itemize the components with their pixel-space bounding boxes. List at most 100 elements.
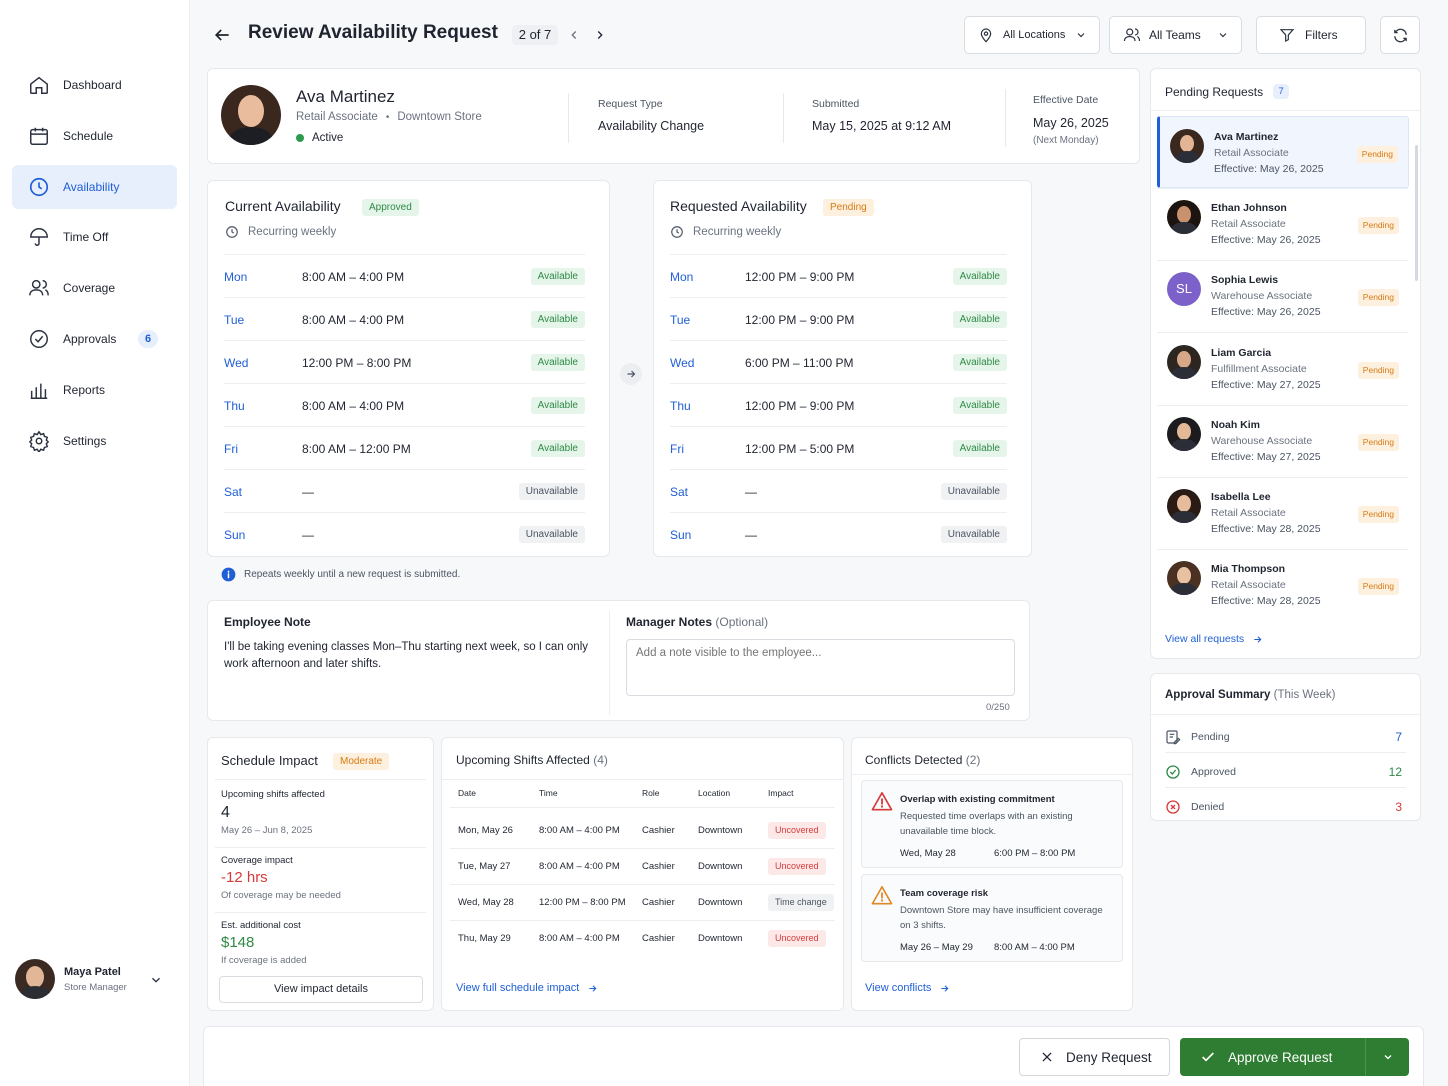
availability-status-badge: Available xyxy=(952,440,1007,457)
refresh-icon xyxy=(1393,28,1407,42)
close-icon xyxy=(1042,1052,1052,1062)
availability-status-badge: Unavailable xyxy=(518,526,585,543)
availability-status-badge: Unavailable xyxy=(940,483,1007,500)
conflicts-card: Conflicts Detected (2) Overlap with exis… xyxy=(851,737,1133,1011)
table-row[interactable]: Tue, May 27 8:00 AM – 4:00 PM Cashier Downt… xyxy=(458,848,835,884)
prev-request-icon[interactable] xyxy=(567,27,581,43)
pending-request-item[interactable]: Liam Garcia Fulfillment Associate Effectiv… xyxy=(1157,333,1409,405)
filters-button[interactable]: Filters xyxy=(1256,16,1366,54)
shifts-range: May 26 – Jun 8, 2025 xyxy=(221,825,313,836)
sidebar-item-availability[interactable]: Availability xyxy=(12,165,177,209)
impact-badge: Time change xyxy=(768,894,834,911)
day-row: Sun — Unavailable xyxy=(670,513,1015,556)
current-title: Current Availability xyxy=(225,198,341,214)
scrollbar[interactable] xyxy=(1415,145,1418,281)
table-row[interactable]: Mon, May 26 8:00 AM – 4:00 PM Cashier Downt… xyxy=(458,812,835,848)
employee-name: Ava Martinez xyxy=(296,87,395,106)
conflict-item[interactable]: Team coverage risk Downtown Store may hav… xyxy=(861,874,1123,962)
schedule-impact-card: Schedule Impact Moderate Upcoming shifts… xyxy=(207,737,434,1011)
manager-notes-input[interactable] xyxy=(626,639,1015,696)
availability-status-badge: Available xyxy=(530,440,585,457)
pending-request-item[interactable]: Mia Thompson Retail Associate Effective: M… xyxy=(1157,549,1409,621)
chevron-down-icon xyxy=(152,977,160,983)
cell-role: Cashier xyxy=(642,825,675,836)
time-range: — xyxy=(302,527,314,542)
day-label: Fri xyxy=(224,441,238,456)
cell-location: Downtown xyxy=(698,825,743,836)
next-request-icon[interactable] xyxy=(593,27,607,43)
sidebar-item-coverage[interactable]: Coverage xyxy=(12,266,177,310)
approve-request-button[interactable]: Approve Request xyxy=(1180,1038,1365,1076)
time-range: — xyxy=(745,527,757,542)
request-name: Liam Garcia xyxy=(1211,346,1272,359)
pending-request-item[interactable]: Ethan Johnson Retail Associate Effective: … xyxy=(1157,188,1409,260)
approve-options-dropdown[interactable] xyxy=(1365,1038,1409,1076)
pager-indicator: 2 of 7 xyxy=(512,25,558,45)
pending-requests-panel: Pending Requests 7 Ava Martinez Retail As… xyxy=(1150,68,1421,659)
request-status-badge: Pending xyxy=(1356,146,1398,163)
cell-date: Mon, May 26 xyxy=(458,825,513,836)
locations-dropdown[interactable]: All Locations xyxy=(964,16,1100,54)
cost-label: Est. additional cost xyxy=(221,920,301,931)
teams-label: All Teams xyxy=(1149,28,1201,42)
availability-status-badge: Available xyxy=(530,268,585,285)
sidebar-item-dashboard[interactable]: Dashboard xyxy=(12,63,177,107)
view-full-schedule-impact-link[interactable]: View full schedule impact xyxy=(456,982,598,994)
request-name: Ava Martinez xyxy=(1214,131,1279,143)
manager-notes-title: Manager Notes xyxy=(626,615,713,629)
time-range: 8:00 AM – 12:00 PM xyxy=(302,441,411,456)
impact-badge: Uncovered xyxy=(768,930,826,947)
page-title: Review Availability Request xyxy=(248,22,498,43)
sidebar-item-settings[interactable]: Settings xyxy=(12,419,177,463)
availability-status-badge: Available xyxy=(952,311,1007,328)
sidebar-item-schedule[interactable]: Schedule xyxy=(12,114,177,158)
sidebar-item-approvals[interactable]: Approvals 6 xyxy=(12,317,177,361)
column-header-location: Location xyxy=(698,788,731,798)
repeat-note: Repeats weekly until a new request is su… xyxy=(221,567,460,582)
table-row[interactable]: Thu, May 29 8:00 AM – 4:00 PM Cashier Downt… xyxy=(458,920,835,956)
calendar-icon xyxy=(30,127,48,145)
avatar xyxy=(1167,489,1201,523)
day-label: Tue xyxy=(224,312,245,327)
request-role: Retail Associate xyxy=(1211,218,1286,231)
deny-request-button[interactable]: Deny Request xyxy=(1019,1038,1170,1076)
pending-title: Pending Requests xyxy=(1165,84,1264,99)
conflict-item[interactable]: Overlap with existing commitment Requeste… xyxy=(861,780,1123,868)
pending-request-item[interactable]: Isabella Lee Retail Associate Effective: M… xyxy=(1157,477,1409,549)
shifts-title: Upcoming Shifts Affected xyxy=(456,753,590,767)
day-row: Fri 12:00 PM – 5:00 PM Available xyxy=(670,427,1015,470)
user-name: Maya Patel xyxy=(64,966,121,978)
pending-request-item[interactable]: SL Sophia Lewis Warehouse Associate Effecti… xyxy=(1157,260,1409,332)
conflict-time: 8:00 AM – 4:00 PM xyxy=(994,942,1075,953)
sidebar-item-reports[interactable]: Reports xyxy=(12,368,177,412)
requested-availability-card: Requested Availability Pending Recurring… xyxy=(653,180,1032,557)
pending-request-item[interactable]: Ava Martinez Retail Associate Effective: M… xyxy=(1157,116,1409,188)
user-menu[interactable]: Maya Patel Store Manager xyxy=(15,959,180,1003)
back-arrow-icon[interactable] xyxy=(212,25,232,45)
request-status-badge: Pending xyxy=(1357,217,1399,235)
availability-status-badge: Available xyxy=(952,354,1007,371)
request-role: Warehouse Associate xyxy=(1211,290,1313,303)
teams-dropdown[interactable]: All Teams xyxy=(1109,16,1242,54)
view-impact-details-button[interactable]: View impact details xyxy=(219,976,423,1003)
pending-request-item[interactable]: Noah Kim Warehouse Associate Effective: Ma… xyxy=(1157,405,1409,477)
summary-row-denied: Denied 3 xyxy=(1165,792,1406,822)
clock-icon xyxy=(226,226,238,238)
view-conflicts-link[interactable]: View conflicts xyxy=(865,982,950,994)
pending-total: 7 xyxy=(1395,730,1402,744)
request-role: Retail Associate xyxy=(1211,507,1286,519)
day-row: Fri 8:00 AM – 12:00 PM Available xyxy=(224,427,593,470)
column-header-impact: Impact xyxy=(768,788,794,798)
day-row: Sat — Unavailable xyxy=(670,470,1015,513)
table-row[interactable]: Wed, May 28 12:00 PM – 8:00 PM Cashier Down… xyxy=(458,884,835,920)
manager-notes-optional: (Optional) xyxy=(715,615,769,629)
request-status-badge: Pending xyxy=(1357,361,1399,379)
pending-badge: Pending xyxy=(823,199,874,216)
sidebar-item-time-off[interactable]: Time Off xyxy=(12,215,177,259)
location-pin-icon xyxy=(980,28,992,43)
submitted-label: Submitted xyxy=(812,98,860,110)
view-all-requests-link[interactable]: View all requests xyxy=(1165,633,1263,645)
sidebar-item-label: Approvals xyxy=(63,332,117,346)
compare-arrow xyxy=(620,363,642,385)
refresh-button[interactable] xyxy=(1380,16,1420,54)
